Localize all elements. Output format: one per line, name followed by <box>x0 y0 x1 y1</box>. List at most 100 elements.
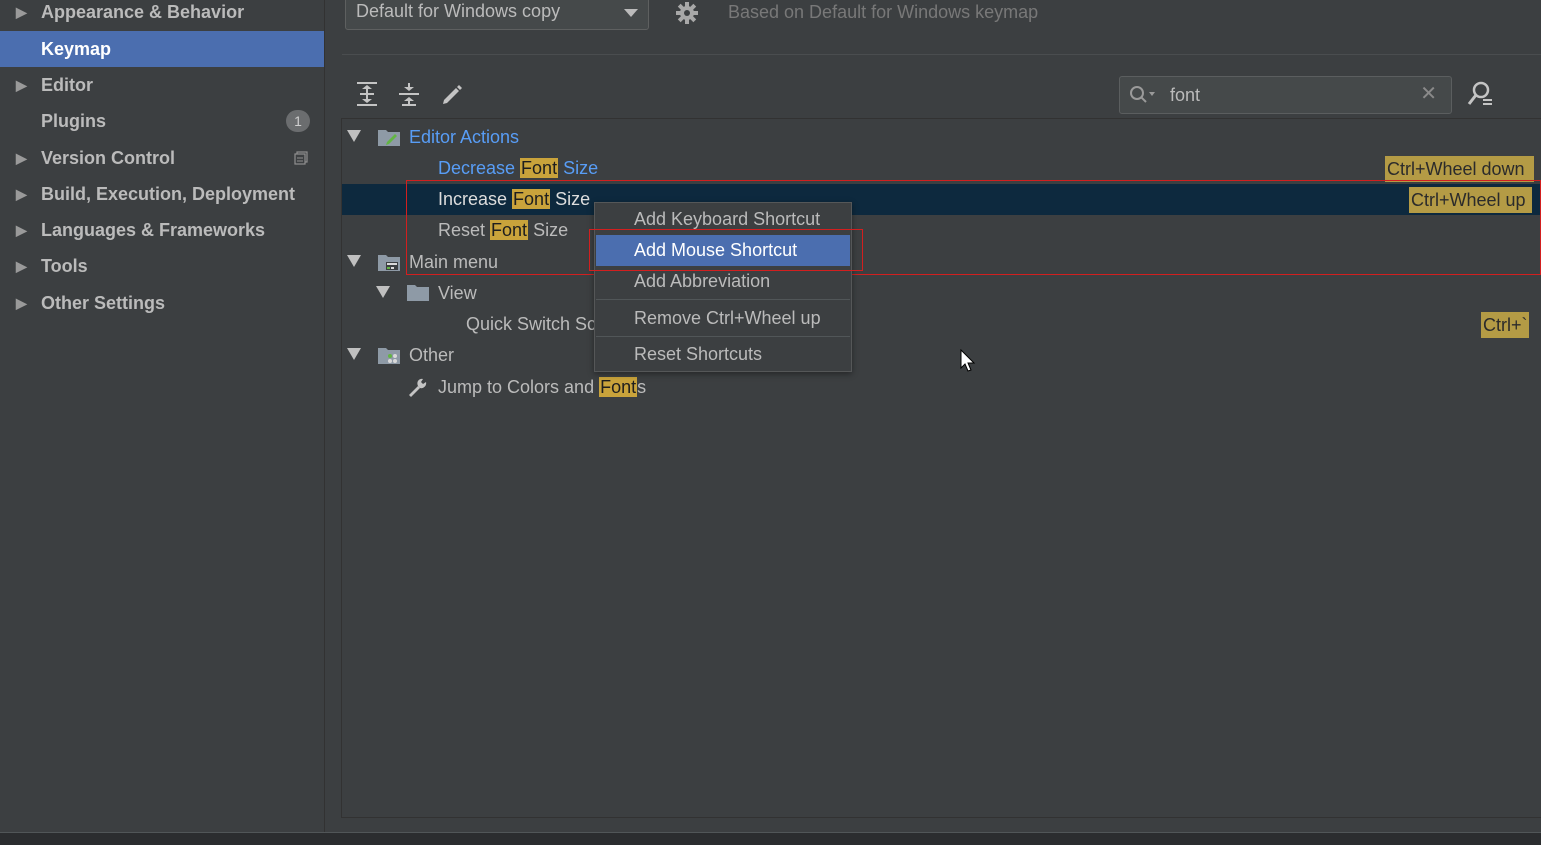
find-shortcut-icon[interactable] <box>1466 80 1494 108</box>
sidebar-item-build-execution-deployment[interactable]: ▶ Build, Execution, Deployment <box>0 176 324 212</box>
sidebar-item-label: Plugins <box>41 111 107 131</box>
menu-item-label: Add Mouse Shortcut <box>634 240 798 260</box>
sidebar-item-label: Build, Execution, Deployment <box>41 184 296 204</box>
header-divider <box>342 54 1541 55</box>
action-label: Quick Switch Sc <box>466 314 597 334</box>
menu-item-add-abbreviation[interactable]: Add Abbreviation <box>596 266 850 297</box>
action-label-post: s <box>637 377 647 397</box>
sidebar-item-label: Other Settings <box>41 293 166 313</box>
chevron-down-icon[interactable] <box>624 9 638 17</box>
expand-arrow-icon[interactable]: ▶ <box>16 212 27 248</box>
sidebar-item-label: Appearance & Behavior <box>41 2 245 22</box>
settings-sidebar: ▶ Appearance & Behavior Keymap ▶ Editor … <box>0 0 325 832</box>
search-highlight: Font <box>520 158 559 178</box>
expand-arrow-icon[interactable] <box>347 130 361 142</box>
keymap-select-value: Default for Windows copy <box>356 1 561 21</box>
action-label: Reset Font Size <box>438 218 568 242</box>
keymap-select[interactable]: Default for Windows copy <box>345 0 649 30</box>
shortcut-badge: Ctrl+` <box>1481 312 1529 338</box>
action-label: Increase Font Size <box>438 187 590 211</box>
search-highlight: Font <box>490 220 529 240</box>
sidebar-item-label: Version Control <box>41 148 176 168</box>
expand-arrow-icon[interactable]: ▶ <box>16 67 27 103</box>
expand-arrow-icon[interactable]: ▶ <box>16 248 27 284</box>
menu-separator <box>596 336 850 337</box>
sidebar-item-other-settings[interactable]: ▶ Other Settings <box>0 285 324 321</box>
expand-arrow-icon[interactable] <box>347 348 361 360</box>
tree-node-label: Other <box>409 345 455 365</box>
based-on-label: Based on Default for Windows keymap <box>728 2 1039 22</box>
tree-node-view[interactable]: View <box>342 278 1541 309</box>
sidebar-item-appearance-behavior[interactable]: ▶ Appearance & Behavior <box>0 0 324 30</box>
action-label-pre: Increase <box>438 189 513 209</box>
expand-arrow-icon[interactable]: ▶ <box>16 176 27 212</box>
menu-item-label: Remove Ctrl+Wheel up <box>634 308 821 328</box>
menu-item-reset-shortcuts[interactable]: Reset Shortcuts <box>596 339 850 370</box>
tree-node-editor-actions[interactable]: Editor Actions <box>342 122 1541 153</box>
action-label-pre: Decrease <box>438 158 521 178</box>
other-folder-icon <box>378 348 400 364</box>
clear-search-icon[interactable]: ✕ <box>1420 83 1437 105</box>
sidebar-item-label: Languages & Frameworks <box>41 220 266 240</box>
context-menu: Add Keyboard Shortcut Add Mouse Shortcut… <box>594 202 852 372</box>
menu-item-add-mouse-shortcut[interactable]: Add Mouse Shortcut <box>596 235 850 266</box>
menu-separator <box>596 299 850 300</box>
action-label-post: Size <box>550 189 591 209</box>
sidebar-item-label: Keymap <box>41 39 112 59</box>
folder-icon <box>407 285 429 301</box>
search-field[interactable]: ✕ <box>1119 76 1452 114</box>
tree-row-quick-switch-scheme[interactable]: Quick Switch Sc Ctrl+` <box>342 309 1541 340</box>
shortcut-badge: Ctrl+Wheel up <box>1409 187 1532 213</box>
tree-node-label: Main menu <box>409 252 499 272</box>
tree-row-reset-font-size[interactable]: Reset Font Size <box>342 215 1541 246</box>
keymap-tree: Editor Actions Decrease Font Size Ctrl+W… <box>341 118 1541 818</box>
expand-all-icon[interactable] <box>353 80 381 108</box>
sidebar-item-label: Editor <box>41 75 93 95</box>
action-label-post: Size <box>528 220 569 240</box>
sidebar-item-version-control[interactable]: ▶ Version Control <box>0 140 324 176</box>
tree-row-jump-to-colors-and-fonts[interactable]: Jump to Colors and Fonts <box>342 372 1541 403</box>
menu-item-label: Reset Shortcuts <box>634 344 763 364</box>
mouse-pointer-icon <box>960 349 976 372</box>
tree-row-decrease-font-size[interactable]: Decrease Font Size Ctrl+Wheel down <box>342 153 1541 184</box>
menu-item-remove-shortcut[interactable]: Remove Ctrl+Wheel up <box>596 303 850 334</box>
action-label-pre: Jump to Colors and <box>438 377 600 397</box>
search-highlight: Font <box>599 377 638 397</box>
tree-node-other[interactable]: Other <box>342 340 1541 371</box>
sidebar-item-label: Tools <box>41 256 88 276</box>
sidebar-item-keymap[interactable]: Keymap <box>0 31 324 67</box>
sidebar-item-tools[interactable]: ▶ Tools <box>0 248 324 284</box>
edit-icon[interactable] <box>438 80 466 108</box>
search-icon[interactable] <box>1128 84 1158 106</box>
collapse-all-icon[interactable] <box>395 80 423 108</box>
expand-arrow-icon[interactable]: ▶ <box>16 285 27 321</box>
action-label-pre: Reset <box>438 220 491 240</box>
tree-node-label: View <box>438 283 477 303</box>
sidebar-item-editor[interactable]: ▶ Editor <box>0 67 324 103</box>
menu-item-add-keyboard-shortcut[interactable]: Add Keyboard Shortcut <box>596 204 850 235</box>
sidebar-item-plugins[interactable]: Plugins 1 <box>0 103 324 139</box>
expand-arrow-icon[interactable]: ▶ <box>16 0 27 30</box>
tree-node-label: Editor Actions <box>409 127 520 147</box>
sidebar-item-languages-frameworks[interactable]: ▶ Languages & Frameworks <box>0 212 324 248</box>
action-label-post: Size <box>558 158 599 178</box>
menu-item-label: Add Abbreviation <box>634 271 771 291</box>
action-label: Jump to Colors and Fonts <box>438 375 646 399</box>
search-input[interactable] <box>1168 81 1412 109</box>
expand-arrow-icon[interactable] <box>376 286 390 298</box>
gear-icon[interactable] <box>674 0 700 26</box>
main-menu-folder-icon <box>378 255 400 271</box>
action-label: Decrease Font Size <box>438 156 598 180</box>
search-highlight: Font <box>512 189 551 209</box>
plugins-update-badge: 1 <box>286 110 310 132</box>
editor-actions-folder-icon <box>378 130 400 146</box>
shortcut-badge: Ctrl+Wheel down <box>1385 156 1534 182</box>
menu-item-label: Add Keyboard Shortcut <box>634 209 821 229</box>
wrench-icon <box>409 378 427 397</box>
copy-settings-icon <box>294 151 308 165</box>
expand-arrow-icon[interactable] <box>347 255 361 267</box>
tree-node-main-menu[interactable]: Main menu <box>342 247 1541 278</box>
expand-arrow-icon[interactable]: ▶ <box>16 140 27 176</box>
tree-row-increase-font-size[interactable]: Increase Font Size Ctrl+Wheel up <box>342 184 1541 215</box>
bottom-border <box>0 832 1541 845</box>
